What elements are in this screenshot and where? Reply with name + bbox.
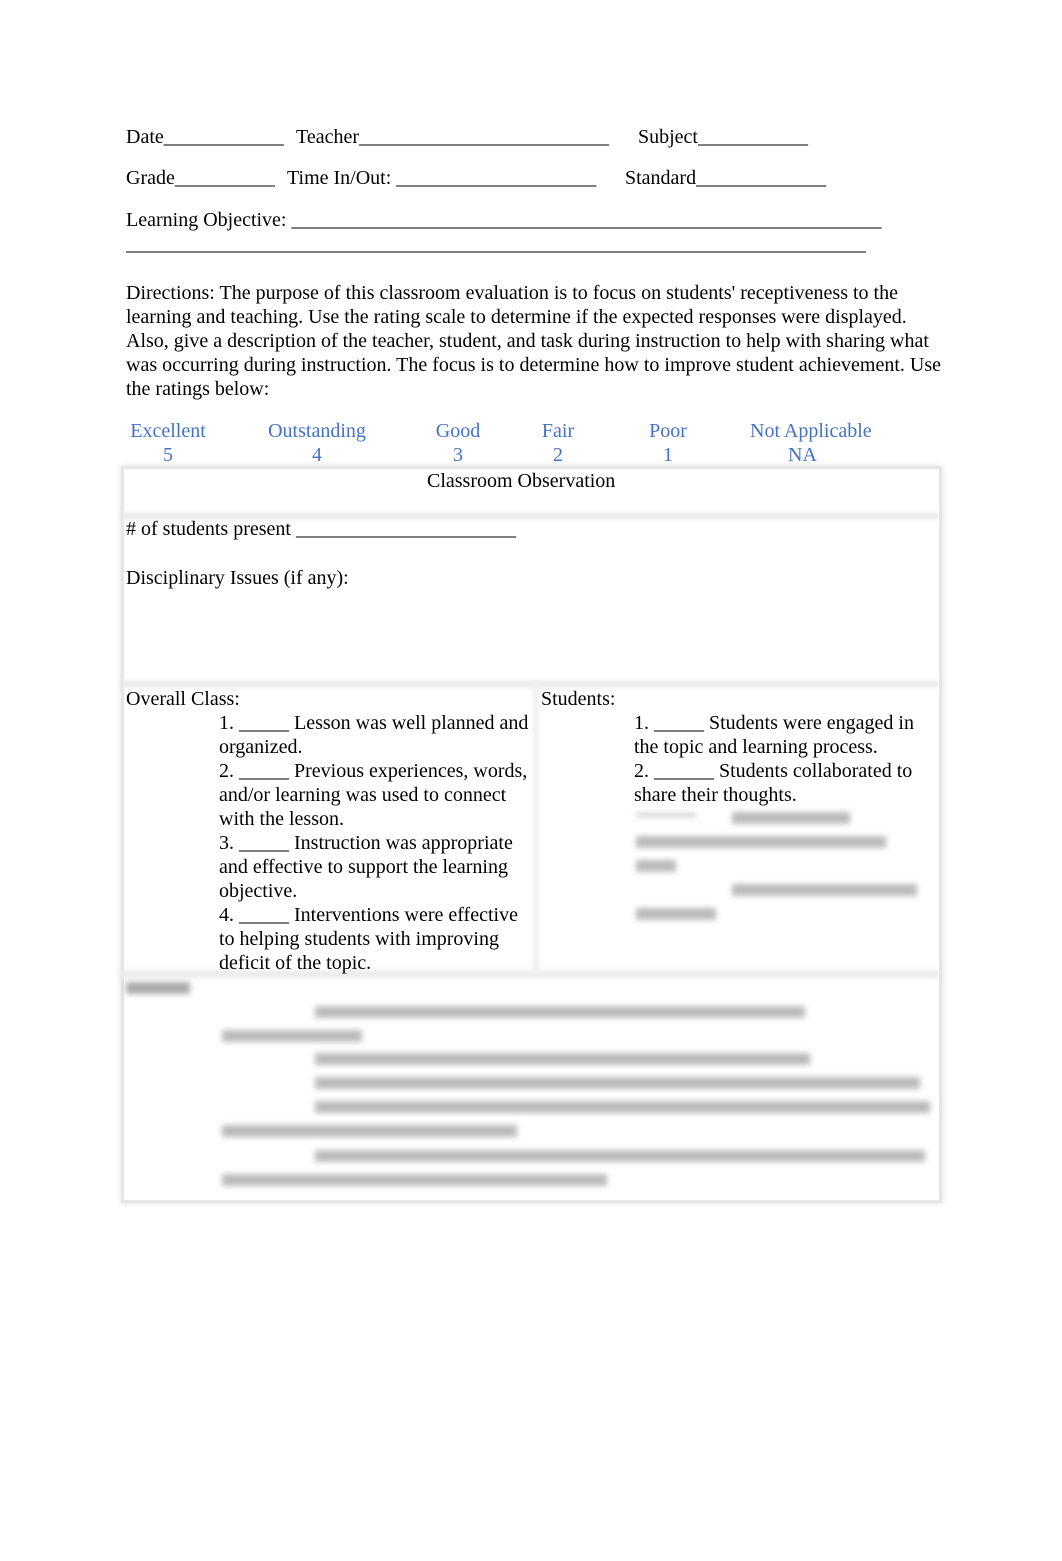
overall-item: 2. _____ Previous experiences, words, an… bbox=[219, 760, 528, 830]
rating-fair: Fair 2 bbox=[541, 420, 575, 466]
observation-title: Classroom Observation bbox=[427, 470, 616, 492]
standard-field[interactable]: Standard_____________ bbox=[625, 166, 826, 190]
students-heading: Students: bbox=[541, 688, 616, 710]
objective-line-2[interactable]: ________________________________________… bbox=[126, 232, 931, 256]
date-field[interactable]: Date____________ bbox=[126, 125, 284, 149]
overall-item: 1. _____ Lesson was well planned and org… bbox=[219, 712, 529, 758]
overall-item: 4. _____ Interventions were effective to… bbox=[219, 904, 518, 974]
time-field[interactable]: Time In/Out: ____________________ bbox=[287, 166, 596, 190]
overall-item: 3. _____ Instruction was appropriate and… bbox=[219, 832, 513, 902]
disciplinary-label: Disciplinary Issues (if any): bbox=[126, 567, 349, 589]
students-list: 1. _____ Students were engaged in the to… bbox=[634, 711, 939, 807]
subject-field[interactable]: Subject___________ bbox=[638, 125, 808, 149]
rating-poor: Poor 1 bbox=[649, 420, 687, 466]
students-present-field[interactable]: # of students present __________________… bbox=[126, 517, 516, 541]
students-item: 2. ______ Students collaborated to share… bbox=[634, 760, 913, 806]
rating-not-applicable: Not Applicable NA bbox=[750, 420, 872, 466]
objective-field[interactable]: Learning Objective: ____________________… bbox=[126, 208, 882, 232]
rating-excellent: Excellent 5 bbox=[130, 420, 206, 466]
divider bbox=[121, 680, 939, 688]
teacher-field[interactable]: Teacher_________________________ bbox=[296, 125, 609, 149]
grade-field[interactable]: Grade__________ bbox=[126, 166, 275, 190]
overall-class-heading: Overall Class: bbox=[126, 688, 240, 710]
document-page: Date____________ Teacher________________… bbox=[0, 0, 1062, 1561]
overall-class-list: 1. _____ Lesson was well planned and org… bbox=[219, 711, 537, 975]
students-item: 1. _____ Students were engaged in the to… bbox=[634, 712, 914, 758]
rating-outstanding: Outstanding 4 bbox=[268, 420, 366, 466]
directions-text: Directions: The purpose of this classroo… bbox=[126, 282, 941, 400]
rating-good: Good 3 bbox=[435, 420, 481, 466]
